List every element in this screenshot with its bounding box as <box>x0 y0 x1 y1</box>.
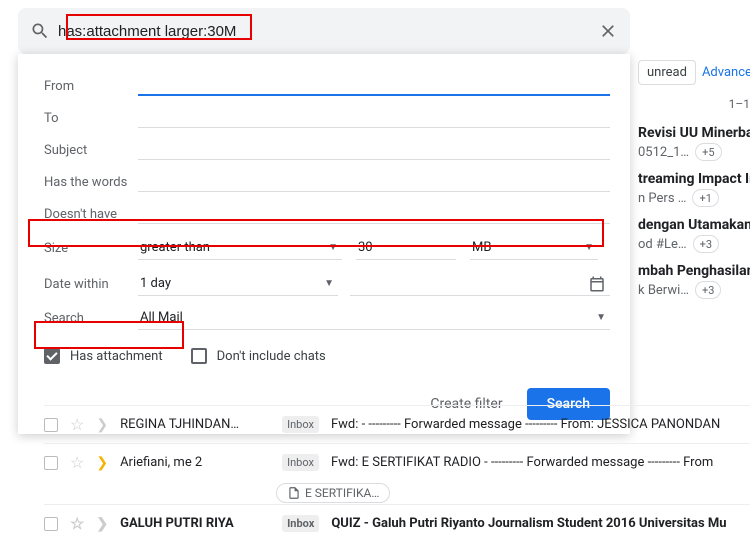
advanced-search-link[interactable]: Advanced sea <box>702 65 750 80</box>
message-title: treaming Impact Inves <box>638 171 750 187</box>
date-range-dropdown[interactable]: 1 day ▼ <box>138 272 338 296</box>
star-icon[interactable]: ☆ <box>70 453 84 472</box>
close-icon[interactable] <box>598 21 618 41</box>
message-stub[interactable]: Revisi UU Minerba 12 0512_1… +5 <box>638 125 750 161</box>
sender: REGINA TJHINDAN… <box>120 417 270 432</box>
size-label: Size <box>44 241 138 256</box>
chevron-down-icon: ▼ <box>328 242 338 253</box>
mail-list: ☆ ❯ REGINA TJHINDAN… Inbox Fwd: - ------… <box>44 405 750 542</box>
has-words-label: Has the words <box>44 175 138 190</box>
date-range-value: 1 day <box>140 276 171 291</box>
star-icon[interactable]: ☆ <box>70 415 84 434</box>
mail-row[interactable]: ☆ ❯ GALUH PUTRI RIYA Inbox QUIZ - Galuh … <box>44 504 750 542</box>
date-within-label: Date within <box>44 277 138 292</box>
attachment-chip[interactable]: E SERTIFIKA… <box>276 483 390 503</box>
search-scope-label: Search <box>44 311 138 326</box>
search-scope-dropdown[interactable]: All Mail ▼ <box>138 306 610 330</box>
size-unit-dropdown[interactable]: MB ▼ <box>470 236 598 260</box>
message-title: mbah Penghasilan Hi <box>638 263 750 279</box>
subject-field[interactable] <box>138 140 610 160</box>
search-input[interactable] <box>58 23 598 40</box>
importance-icon[interactable]: ❯ <box>96 516 108 532</box>
sender: Ariefiani, me 2 <box>120 455 270 470</box>
doesnt-have-label: Doesn't have <box>44 207 138 222</box>
has-attachment-label: Has attachment <box>70 349 163 364</box>
message-snippet: k Berwi… <box>638 283 689 298</box>
date-field[interactable] <box>350 272 610 296</box>
has-attachment-checkbox[interactable] <box>44 348 60 364</box>
size-compare-value: greater than <box>140 240 210 255</box>
file-icon <box>287 486 301 500</box>
search-scope-value: All Mail <box>140 310 183 325</box>
subject-label: Subject <box>44 143 138 158</box>
message-stub[interactable]: treaming Impact Inves n Pers … +1 <box>638 171 750 207</box>
size-value-field[interactable]: 30 <box>356 236 456 260</box>
has-words-field[interactable] <box>138 172 610 192</box>
row-checkbox[interactable] <box>44 456 58 470</box>
from-label: From <box>44 79 138 94</box>
search-bar[interactable] <box>18 8 630 54</box>
inbox-label: Inbox <box>282 515 319 532</box>
message-stub[interactable]: mbah Penghasilan Hi k Berwi… +3 <box>638 263 750 299</box>
no-chats-checkbox[interactable] <box>191 348 207 364</box>
attachment-name: E SERTIFIKA… <box>305 486 379 500</box>
inbox-label: Inbox <box>282 416 319 433</box>
message-snippet: n Pers … <box>638 191 686 206</box>
subject: QUIZ - Galuh Putri Riyanto Journalism St… <box>331 516 750 531</box>
star-icon[interactable]: ☆ <box>70 514 84 533</box>
size-unit-value: MB <box>472 240 491 255</box>
unread-chip[interactable]: unread <box>638 60 696 85</box>
search-icon <box>30 21 50 41</box>
subject: Fwd: - --------- Forwarded message -----… <box>331 417 750 432</box>
importance-icon[interactable]: ❯ <box>96 455 108 471</box>
message-snippet: 0512_1… <box>638 145 689 160</box>
count-badge: +1 <box>692 189 718 207</box>
count-badge: +3 <box>693 235 719 253</box>
to-label: To <box>44 111 138 126</box>
chevron-down-icon: ▼ <box>324 278 334 289</box>
count-badge: +3 <box>695 281 721 299</box>
message-snippet: od #Le… <box>638 237 687 252</box>
row-checkbox[interactable] <box>44 418 58 432</box>
row-checkbox[interactable] <box>44 517 58 531</box>
calendar-icon[interactable] <box>588 275 606 293</box>
inbox-label: Inbox <box>282 454 319 471</box>
result-range: 1–1 <box>638 97 750 111</box>
message-title: Revisi UU Minerba 12 <box>638 125 750 141</box>
size-value: 30 <box>358 240 373 255</box>
importance-icon[interactable]: ❯ <box>96 417 108 433</box>
from-field[interactable] <box>138 76 610 96</box>
advanced-search-panel: From To Subject Has the words Doesn't ha… <box>18 54 630 434</box>
chevron-down-icon: ▼ <box>584 242 594 253</box>
message-stub[interactable]: dengan Utamakan Pe od #Le… +3 <box>638 217 750 253</box>
count-badge: +5 <box>695 143 721 161</box>
right-column: unread Advanced sea 1–1 Revisi UU Minerb… <box>638 60 750 309</box>
mail-row[interactable]: ☆ ❯ REGINA TJHINDAN… Inbox Fwd: - ------… <box>44 405 750 443</box>
mail-row[interactable]: ☆ ❯ Ariefiani, me 2 Inbox Fwd: E SERTIFI… <box>44 443 750 481</box>
sender: GALUH PUTRI RIYA <box>120 516 270 531</box>
message-title: dengan Utamakan Pe <box>638 217 750 233</box>
chevron-down-icon: ▼ <box>596 312 606 323</box>
no-chats-label: Don't include chats <box>217 349 326 364</box>
to-field[interactable] <box>138 108 610 128</box>
doesnt-have-field[interactable] <box>138 204 610 224</box>
subject: Fwd: E SERTIFIKAT RADIO - --------- Forw… <box>331 455 750 470</box>
size-compare-dropdown[interactable]: greater than ▼ <box>138 236 342 260</box>
